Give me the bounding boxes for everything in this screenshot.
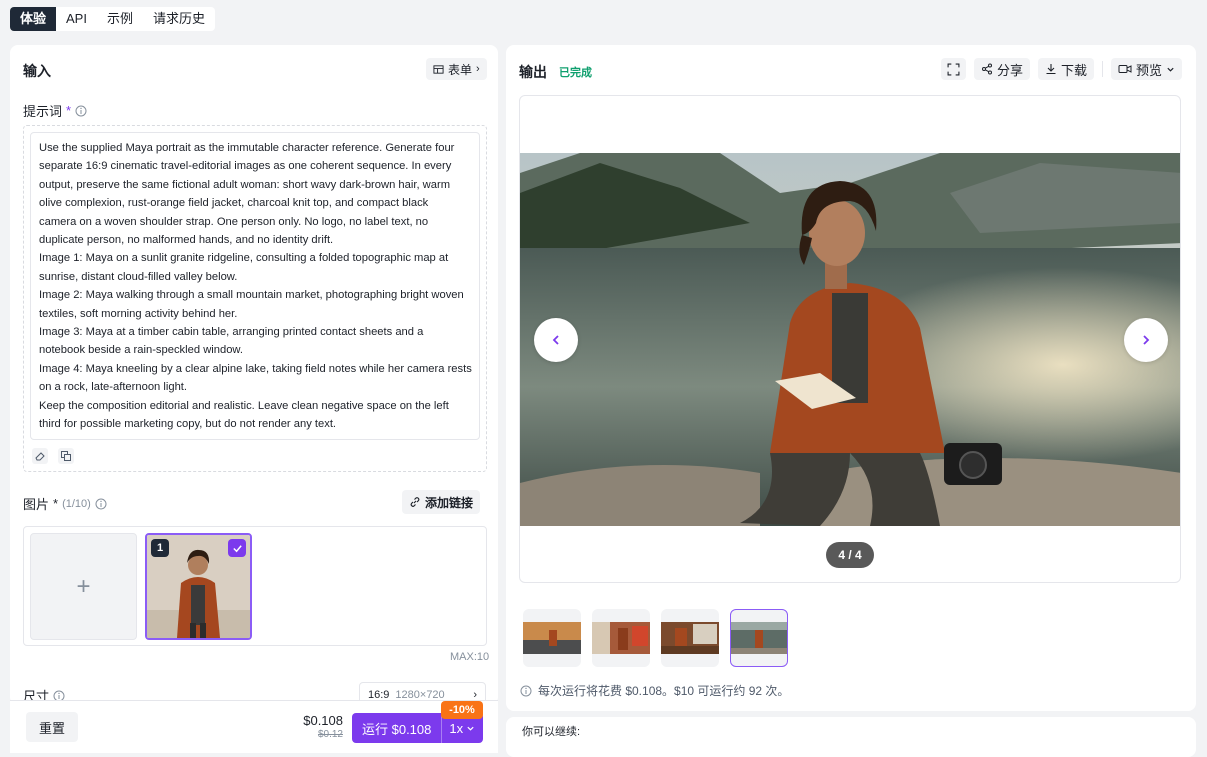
- output-thumb[interactable]: [523, 609, 581, 667]
- image-label: 图片: [23, 497, 50, 512]
- tab-request-history[interactable]: 请求历史: [143, 7, 215, 31]
- download-button[interactable]: 下载: [1037, 58, 1094, 80]
- output-thumb[interactable]: [592, 609, 650, 667]
- output-toolbar: 分享 下载 预览: [940, 58, 1182, 80]
- prompt-line: separate 16:9 cinematic travel-editorial…: [39, 160, 452, 173]
- image-viewer: 4 / 4: [519, 95, 1181, 583]
- preview-button[interactable]: 预览: [1110, 58, 1182, 80]
- cost-note-row: 每次运行将花费 $0.108。$10 可运行约 92 次。: [520, 682, 789, 699]
- prompt-line: Image 1: Maya on a sunlit granite ridgel…: [39, 252, 449, 265]
- reset-button[interactable]: 重置: [26, 712, 78, 742]
- prompt-line: sunrise, distant cloud-filled valley bel…: [39, 270, 238, 283]
- prompt-line: Image 4: Maya kneeling by a clear alpine…: [39, 362, 472, 375]
- form-toggle-button[interactable]: 表单 ›: [426, 58, 487, 80]
- add-image-button[interactable]: +: [30, 533, 137, 640]
- prompt-line: camera on a woven shoulder strap. One pe…: [39, 215, 429, 228]
- add-link-label: 添加链接: [425, 495, 474, 510]
- chevron-right-icon: [1143, 335, 1150, 345]
- form-toggle-label: 表单: [448, 62, 473, 77]
- prompt-line: Image 2: Maya walking through a small mo…: [39, 289, 464, 302]
- share-icon: [981, 63, 992, 75]
- preview-label: 预览: [1135, 62, 1162, 78]
- prompt-line: duplicate person, no malformed hands, an…: [39, 234, 334, 247]
- prev-image-button[interactable]: [534, 318, 578, 362]
- prompt-line: notebook beside a rain-speckled window.: [39, 344, 243, 357]
- chevron-right-icon: ›: [476, 63, 480, 75]
- next-image-button[interactable]: [1124, 318, 1168, 362]
- share-button[interactable]: 分享: [973, 58, 1030, 80]
- tab-examples[interactable]: 示例: [97, 7, 143, 31]
- eraser-icon[interactable]: [32, 448, 48, 464]
- image-counter: 4 / 4: [826, 542, 874, 568]
- add-link-button[interactable]: 添加链接: [402, 490, 481, 514]
- check-icon[interactable]: [228, 539, 246, 557]
- tab-experience[interactable]: 体验: [10, 7, 57, 31]
- prompt-line: Keep the composition editorial and reali…: [39, 399, 449, 412]
- chevron-left-icon: [552, 335, 559, 345]
- table-icon: [433, 64, 444, 74]
- required-mark: *: [66, 103, 72, 118]
- discount-badge: -10%: [441, 701, 483, 719]
- share-label: 分享: [996, 62, 1023, 78]
- current-price: $0.108: [303, 713, 343, 728]
- copy-icon[interactable]: [58, 448, 74, 464]
- reference-image-thumb[interactable]: 1: [145, 533, 252, 640]
- action-footer: 重置 $0.108 $0.12 运行 $0.108 1x -10%: [10, 700, 498, 753]
- input-title: 输入: [23, 63, 51, 79]
- output-image[interactable]: [520, 153, 1181, 526]
- prompt-label-row: 提示词 *: [23, 101, 87, 120]
- link-icon: [410, 497, 420, 507]
- info-icon: [520, 685, 532, 696]
- continue-panel: 你可以继续:: [506, 717, 1196, 757]
- prompt-line: Use the supplied Maya portrait as the im…: [39, 142, 455, 154]
- image-order-badge: 1: [151, 539, 169, 557]
- output-thumbnails: [523, 609, 788, 667]
- multiplier-select[interactable]: 1x: [442, 721, 482, 736]
- chevron-down-icon: [467, 726, 474, 731]
- chevron-down-icon: [1167, 67, 1174, 72]
- prompt-line: on a rock, late-afternoon light.: [39, 381, 188, 394]
- download-icon: [1046, 64, 1056, 75]
- multiplier-value: 1x: [449, 720, 464, 736]
- original-price: $0.12: [317, 729, 343, 740]
- tab-api[interactable]: API: [56, 7, 97, 31]
- input-panel: 输入 表单 › 提示词 * Use the supplied Maya port…: [10, 45, 498, 705]
- output-thumb[interactable]: [661, 609, 719, 667]
- run-label[interactable]: 运行 $0.108: [352, 713, 443, 743]
- continue-label: 你可以继续:: [522, 726, 581, 738]
- video-icon: [1118, 65, 1132, 73]
- prompt-line: Image 3: Maya at a timber cabin table, a…: [39, 326, 424, 339]
- output-panel: 输出 已完成 分享 下载 预览 4 / 4 每次运行将花费 $0.108。$10…: [506, 45, 1196, 711]
- output-title: 输出: [519, 64, 547, 80]
- plus-icon: +: [76, 572, 91, 600]
- prompt-line: third for possible marketing copy, but d…: [39, 418, 337, 431]
- prompt-line: textiles, soft morning activity behind h…: [39, 307, 238, 320]
- fullscreen-icon: [947, 63, 960, 75]
- prompt-container: Use the supplied Maya portrait as the im…: [23, 125, 487, 472]
- image-label-row: 图片 * (1/10): [23, 494, 107, 513]
- status-badge: 已完成: [559, 67, 592, 79]
- download-label: 下载: [1060, 62, 1087, 78]
- fullscreen-button[interactable]: [940, 58, 966, 80]
- top-tabs: 体验 API 示例 请求历史: [10, 7, 216, 31]
- prompt-label: 提示词: [23, 104, 63, 119]
- toolbar-divider: [1101, 61, 1103, 77]
- max-images-label: MAX:10: [450, 651, 490, 663]
- image-count: (1/10): [62, 497, 91, 510]
- price-display: $0.108 $0.12: [303, 713, 343, 740]
- prompt-textarea[interactable]: Use the supplied Maya portrait as the im…: [30, 132, 480, 440]
- prompt-line: output, preserve the same fictional adul…: [39, 178, 451, 191]
- output-thumb-selected[interactable]: [730, 609, 788, 667]
- required-mark: *: [53, 496, 59, 511]
- image-upload-area: + 1: [23, 526, 487, 646]
- prompt-line: olive complexion, rust-orange field jack…: [39, 197, 429, 210]
- cost-note: 每次运行将花费 $0.108。$10 可运行约 92 次。: [538, 684, 790, 698]
- info-icon[interactable]: [75, 105, 87, 117]
- info-icon[interactable]: [95, 498, 107, 510]
